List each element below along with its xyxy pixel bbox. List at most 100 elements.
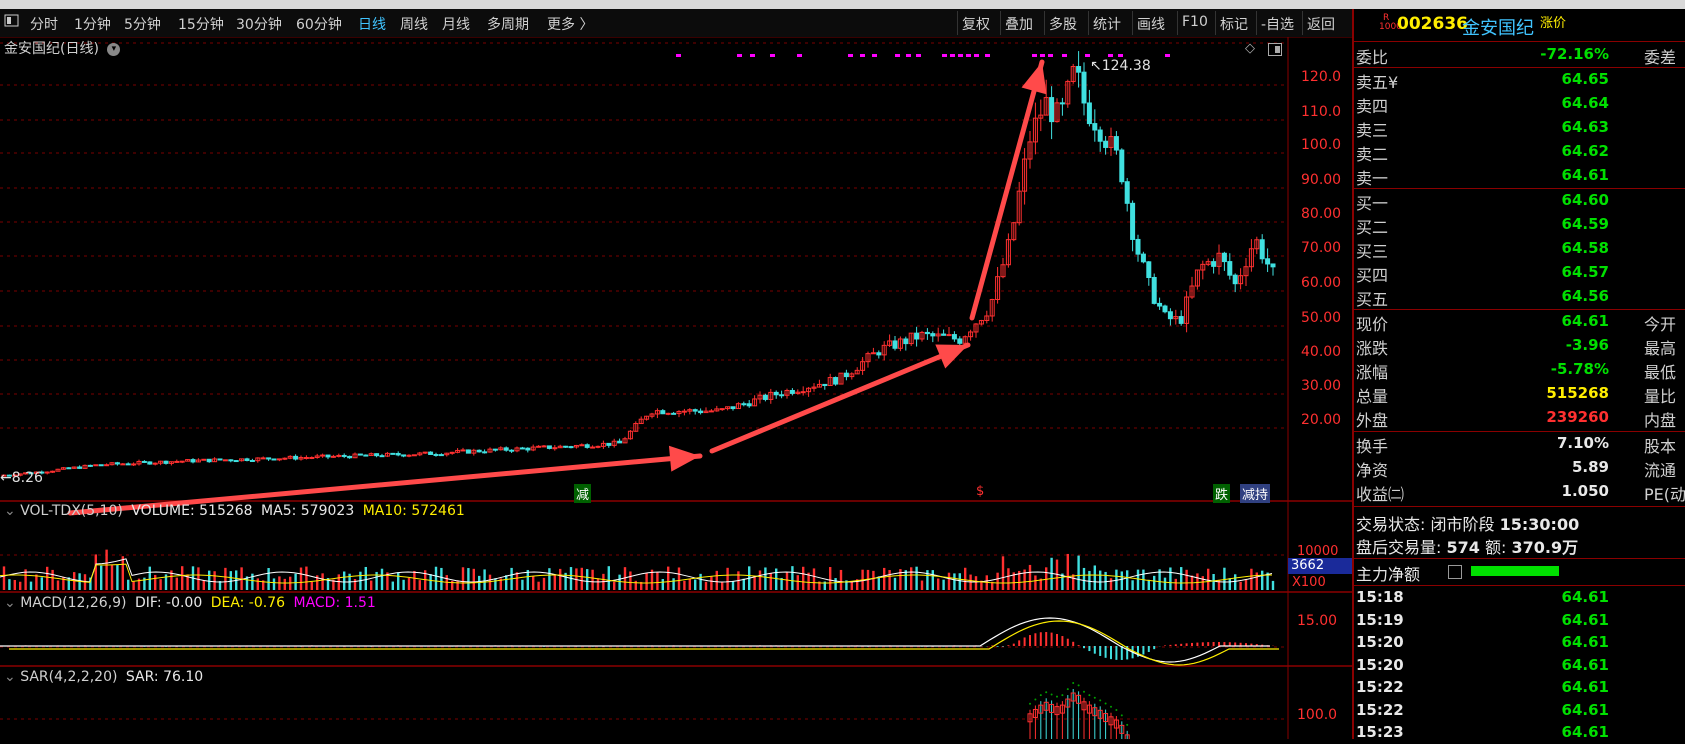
toolbar-button-1[interactable]: 叠加 xyxy=(1005,14,1033,34)
row-value: -5.78% xyxy=(1550,360,1609,378)
toolbar-button-8[interactable]: 返回 xyxy=(1307,14,1335,34)
after-hours-row: 盘后交易量: 574 额: 370.9万 xyxy=(1356,538,1579,557)
row-label: 买五 xyxy=(1356,290,1389,309)
row-value: 7.10% xyxy=(1556,434,1609,452)
candle-body xyxy=(1113,136,1119,151)
period-tab-1[interactable]: 1分钟 xyxy=(74,14,111,34)
period-tab-8[interactable]: 月线 xyxy=(442,14,470,34)
candle-body xyxy=(843,372,849,378)
candle-body xyxy=(563,445,569,448)
period-tab-7[interactable]: 周线 xyxy=(400,14,428,34)
buy-level-row: 买四 64.57 xyxy=(1354,261,1685,285)
period-tab-9[interactable]: 多周期 xyxy=(487,14,529,34)
candle-body xyxy=(77,466,83,469)
toolbar-button-4[interactable]: 画线 xyxy=(1137,14,1165,34)
candle-body xyxy=(336,454,342,457)
period-tab-0[interactable]: 分时 xyxy=(30,14,58,34)
candle-body xyxy=(546,445,552,449)
candle-body xyxy=(525,447,531,451)
candle-body xyxy=(347,455,353,459)
signal-marker xyxy=(770,54,775,57)
toolbar-button-7[interactable]: -自选 xyxy=(1261,14,1294,34)
candle-body xyxy=(363,454,369,457)
diamond-icon[interactable]: ◇ xyxy=(1245,41,1255,56)
row-value: 64.57 xyxy=(1561,263,1609,281)
event-label-reduce-holding[interactable]: 减持 xyxy=(1240,484,1271,503)
row-right-label: 量比 xyxy=(1644,387,1677,406)
row-value: -3.96 xyxy=(1565,336,1609,354)
candle-body xyxy=(930,333,936,337)
row-value: 64.61 xyxy=(1561,312,1609,330)
period-tab-5[interactable]: 60分钟 xyxy=(296,14,342,34)
kline-chart[interactable] xyxy=(0,37,1352,739)
chevron-down-icon[interactable]: ▾ xyxy=(107,42,121,56)
candle-body xyxy=(330,455,336,458)
period-tab-2[interactable]: 5分钟 xyxy=(124,14,161,34)
sell-level-row: 卖二 64.62 xyxy=(1354,140,1685,164)
signal-marker xyxy=(1048,54,1053,57)
stock-name[interactable]: 金安国纪 xyxy=(1462,14,1534,40)
main-flow-row[interactable]: 主力净额 xyxy=(1354,560,1685,584)
row-value: 64.62 xyxy=(1561,142,1609,160)
candle-body xyxy=(438,454,444,457)
candle-body xyxy=(244,458,250,461)
row-label: 涨幅 xyxy=(1356,363,1389,382)
sar-dot xyxy=(1077,684,1080,687)
signal-marker xyxy=(1108,54,1113,57)
toolbar-button-5[interactable]: F10 xyxy=(1182,14,1208,30)
price-axis-label: 20.00 xyxy=(1301,412,1342,428)
candle-body xyxy=(411,454,417,457)
row-value: 515268 xyxy=(1546,384,1609,402)
tick-row: 15:20 64.61 xyxy=(1354,632,1685,654)
signal-marker xyxy=(860,54,865,57)
tick-price: 64.61 xyxy=(1561,610,1609,629)
candle-body xyxy=(266,457,272,460)
tick-time: 15:20 xyxy=(1356,633,1404,651)
signal-marker xyxy=(1040,54,1045,57)
signal-marker xyxy=(1118,54,1123,57)
candle-body xyxy=(1178,316,1184,324)
toolbar-button-3[interactable]: 统计 xyxy=(1093,14,1121,34)
toolbar-separator xyxy=(1088,11,1089,35)
event-label-fall[interactable]: 跌 xyxy=(1213,484,1231,503)
price-axis-label: 30.00 xyxy=(1301,378,1342,394)
sar-dot xyxy=(1029,702,1031,705)
candle-body xyxy=(1221,252,1227,263)
tick-price: 64.61 xyxy=(1561,633,1609,651)
toolbar-button-0[interactable]: 复权 xyxy=(962,14,990,34)
candle-body xyxy=(1130,202,1136,240)
period-tab-3[interactable]: 15分钟 xyxy=(178,14,224,34)
sar-dot xyxy=(1115,709,1118,712)
candle-body xyxy=(282,457,288,460)
window-icon[interactable] xyxy=(1268,41,1282,60)
stat-row: 外盘 239260 内盘 xyxy=(1354,406,1685,430)
period-tab-4[interactable]: 30分钟 xyxy=(236,14,282,34)
signal-marker xyxy=(966,54,971,57)
toggle-panel-icon[interactable] xyxy=(4,13,20,33)
row-value: 64.59 xyxy=(1561,215,1609,233)
candle-body xyxy=(579,444,585,447)
stat-row: 收益㈡ 1.050 PE(动 xyxy=(1354,480,1685,504)
event-label-reduce[interactable]: 减 xyxy=(574,484,592,503)
volume-panel-title: ⌄ VOL-TDX(5,10) VOLUME: 515268 MA5: 5790… xyxy=(4,503,465,519)
macd-dif-line xyxy=(0,617,1270,663)
candle-body xyxy=(552,447,558,450)
toolbar-button-6[interactable]: 标记 xyxy=(1220,14,1248,34)
event-label-dollar[interactable]: $ xyxy=(976,484,984,499)
candle-body xyxy=(87,464,93,467)
tick-row: 15:23 64.61 xyxy=(1354,722,1685,744)
row-value: 64.64 xyxy=(1561,94,1609,112)
sar-dot xyxy=(1126,723,1129,726)
period-tab-6[interactable]: 日线 xyxy=(358,14,386,34)
list-icon[interactable] xyxy=(1448,565,1462,579)
candle-body xyxy=(951,334,957,340)
toolbar-button-2[interactable]: 多股 xyxy=(1049,14,1077,34)
candle-body xyxy=(1059,102,1065,105)
tick-time: 15:22 xyxy=(1356,700,1404,719)
candle-body xyxy=(584,444,590,448)
stat-row: 涨幅 -5.78% 最低 xyxy=(1354,358,1685,382)
period-tab-10[interactable]: 更多 〉 xyxy=(547,14,593,34)
sar-dot xyxy=(1039,694,1042,697)
row-value: 64.63 xyxy=(1561,118,1609,136)
tick-time: 15:20 xyxy=(1356,655,1404,674)
